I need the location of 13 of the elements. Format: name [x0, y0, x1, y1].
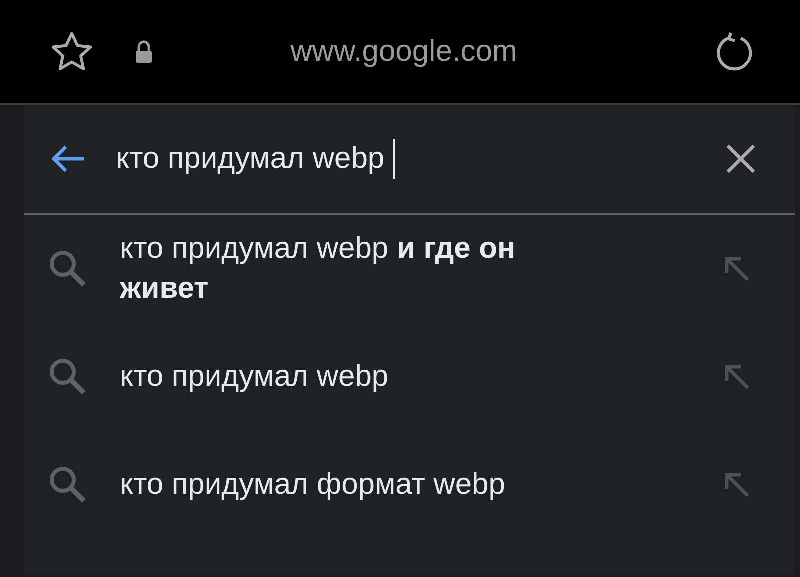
search-icon — [48, 465, 88, 505]
suggestion-item[interactable]: кто придумал webp — [24, 323, 795, 431]
suggestion-text: кто придумал webp и где он живет — [120, 231, 517, 307]
search-icon — [48, 249, 88, 289]
close-icon[interactable] — [725, 143, 757, 175]
suggestion-text: кто придумал webp — [120, 359, 390, 395]
star-icon[interactable] — [50, 30, 94, 72]
back-arrow-icon[interactable] — [50, 144, 86, 174]
suggestion-text: кто придумал формат webp — [120, 467, 506, 503]
search-field[interactable]: кто придумал webp — [116, 139, 725, 179]
search-icon — [48, 357, 88, 397]
suggestion-item[interactable]: кто придумал формат webp — [24, 431, 795, 539]
suggestion-item[interactable]: кто придумал webp и где он живет — [24, 215, 795, 323]
